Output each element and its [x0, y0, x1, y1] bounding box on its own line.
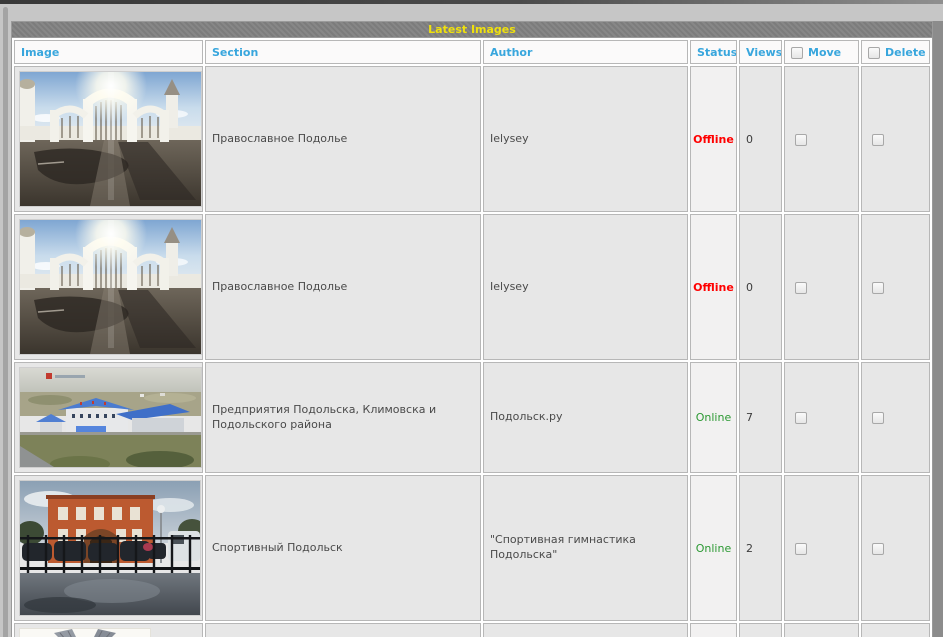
- table-row: Предприятия Подольска, Климовска и Подол…: [14, 362, 930, 473]
- author-label: Ielysey: [490, 279, 529, 293]
- image-thumbnail[interactable]: [19, 480, 201, 616]
- table-row: Спортивный Подольск "Спортивная гимнасти…: [14, 475, 930, 621]
- status-badge: Offline: [693, 132, 734, 146]
- delete-cell: [861, 475, 930, 621]
- section-cell: [205, 623, 481, 637]
- image-cell: [14, 475, 203, 621]
- table-header-row: Image Section Author Status Views Move D…: [14, 40, 930, 64]
- table-body: Православное Подолье Ielysey Offline 0 П…: [14, 66, 930, 637]
- image-thumbnail[interactable]: [19, 71, 202, 207]
- page: Latest Images Image Section Author Statu…: [0, 0, 943, 637]
- latest-images-panel: Latest Images Image Section Author Statu…: [11, 21, 933, 637]
- delete-cell: [861, 66, 930, 212]
- status-badge: Online: [695, 541, 732, 555]
- image-thumbnail[interactable]: [19, 367, 202, 468]
- column-header-label: Status: [697, 45, 737, 59]
- right-frame-shadow: [933, 21, 943, 637]
- move-checkbox[interactable]: [795, 133, 807, 146]
- table-row: Православное Подолье Ielysey Offline 0: [14, 66, 930, 212]
- status-cell: [690, 623, 737, 637]
- views-cell: [739, 623, 782, 637]
- views-cell: 7: [739, 362, 782, 473]
- column-header-section[interactable]: Section: [205, 40, 481, 64]
- delete-cell: [861, 362, 930, 473]
- delete-checkbox[interactable]: [872, 412, 884, 424]
- author-label: Ielysey: [490, 131, 529, 145]
- image-cell: [14, 623, 203, 637]
- move-cell: [784, 66, 859, 212]
- column-header-label: Author: [490, 45, 533, 59]
- section-link[interactable]: Спортивный Подольск: [212, 541, 343, 556]
- column-header-delete[interactable]: Delete: [861, 40, 930, 64]
- author-cell: Ielysey: [483, 214, 688, 360]
- section-link[interactable]: Предприятия Подольска, Климовска и Подол…: [212, 403, 474, 433]
- delete-checkbox[interactable]: [872, 133, 884, 146]
- latest-images-table: Image Section Author Status Views Move D…: [11, 37, 933, 637]
- delete-checkbox[interactable]: [872, 542, 884, 555]
- delete-checkbox[interactable]: [872, 281, 884, 294]
- move-cell: [784, 214, 859, 360]
- section-cell: Православное Подолье: [205, 66, 481, 212]
- views-cell: 0: [739, 214, 782, 360]
- section-link[interactable]: Православное Подолье: [212, 280, 347, 295]
- move-all-checkbox[interactable]: [791, 46, 803, 59]
- column-header-label: Section: [212, 45, 259, 59]
- views-count: 7: [746, 411, 753, 424]
- status-cell: Online: [690, 475, 737, 621]
- views-cell: 2: [739, 475, 782, 621]
- move-checkbox[interactable]: [795, 412, 807, 424]
- move-cell: [784, 475, 859, 621]
- views-cell: 0: [739, 66, 782, 212]
- section-cell: Спортивный Подольск: [205, 475, 481, 621]
- left-frame-shadow: [3, 7, 8, 637]
- status-cell: Offline: [690, 66, 737, 212]
- table-row: Православное Подолье Ielysey Offline 0: [14, 214, 930, 360]
- window-top-edge: [0, 0, 943, 4]
- panel-title: Latest Images: [11, 21, 933, 37]
- author-label: Подольск.ру: [490, 410, 563, 424]
- column-header-label: Views: [746, 45, 782, 59]
- author-cell: [483, 623, 688, 637]
- image-cell: [14, 214, 203, 360]
- delete-cell: [861, 623, 930, 637]
- move-cell: [784, 362, 859, 473]
- author-label: "Спортивная гимнастика Подольска": [490, 533, 636, 561]
- column-header-move[interactable]: Move: [784, 40, 859, 64]
- image-cell: [14, 66, 203, 212]
- column-header-image[interactable]: Image: [14, 40, 203, 64]
- section-cell: Предприятия Подольска, Климовска и Подол…: [205, 362, 481, 473]
- section-cell: Православное Подолье: [205, 214, 481, 360]
- status-cell: Online: [690, 362, 737, 473]
- move-cell: [784, 623, 859, 637]
- image-thumbnail[interactable]: [19, 219, 202, 355]
- column-header-status[interactable]: Status: [690, 40, 737, 64]
- author-cell: "Спортивная гимнастика Подольска": [483, 475, 688, 621]
- column-header-author[interactable]: Author: [483, 40, 688, 64]
- image-cell: [14, 362, 203, 473]
- status-badge: Online: [695, 411, 732, 424]
- move-checkbox[interactable]: [795, 542, 807, 555]
- views-count: 2: [746, 541, 753, 555]
- views-count: 0: [746, 132, 753, 146]
- delete-cell: [861, 214, 930, 360]
- column-header-label: Move: [808, 45, 842, 59]
- section-link[interactable]: Православное Подолье: [212, 132, 347, 147]
- status-badge: Offline: [693, 280, 734, 294]
- image-thumbnail[interactable]: [19, 628, 151, 637]
- move-checkbox[interactable]: [795, 281, 807, 294]
- author-cell: Подольск.ру: [483, 362, 688, 473]
- delete-all-checkbox[interactable]: [868, 46, 880, 59]
- status-cell: Offline: [690, 214, 737, 360]
- column-header-views[interactable]: Views: [739, 40, 782, 64]
- column-header-label: Image: [21, 45, 60, 59]
- table-row: [14, 623, 930, 637]
- author-cell: Ielysey: [483, 66, 688, 212]
- column-header-label: Delete: [885, 45, 926, 59]
- views-count: 0: [746, 280, 753, 294]
